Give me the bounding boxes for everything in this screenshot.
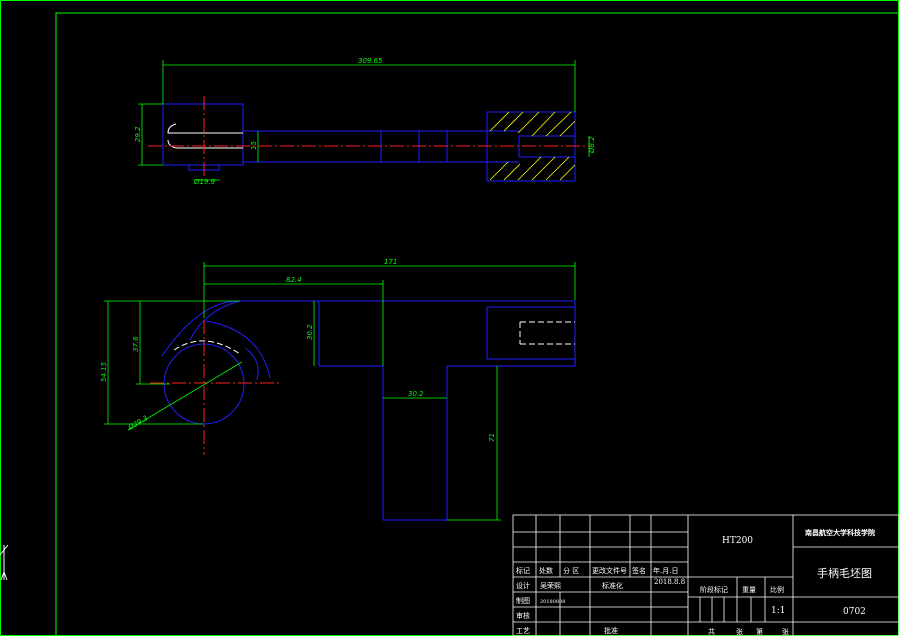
top-view-slot bbox=[167, 123, 243, 149]
cad-drawing-canvas: 309.65 29.2 15 Ø19.9 Ø8.2 171 82.4 54.15… bbox=[0, 0, 899, 636]
dim-circle-dia: Ø39.3 bbox=[126, 414, 149, 432]
inner-frame bbox=[55, 12, 899, 636]
dim-overall-length-top: 309.65 bbox=[358, 57, 383, 65]
dim-left-total-height: 54.15 bbox=[100, 361, 108, 382]
front-view-inner-lines bbox=[173, 321, 575, 355]
tb-header-count: 处数 bbox=[539, 566, 553, 575]
tb-designer-name: 吴荣熙 bbox=[540, 581, 561, 590]
tb-sheet-no: 第 bbox=[756, 627, 763, 636]
dim-left-inner-height: 37.6 bbox=[132, 336, 140, 352]
dim-mid-length-bottom: 82.4 bbox=[286, 276, 302, 284]
tb-header-change-doc: 更改文件号 bbox=[592, 566, 627, 575]
tb-stage-label: 阶段标记 bbox=[700, 585, 728, 594]
tb-weight-label: 重量 bbox=[742, 586, 756, 594]
tb-approve-label: 批准 bbox=[604, 626, 618, 635]
dim-bottom-dia-top: Ø19.9 bbox=[193, 178, 216, 186]
dim-shaft-dia-top: 15 bbox=[250, 141, 258, 150]
dim-overall-length-bottom: 171 bbox=[384, 258, 397, 266]
dim-stem-height: 71 bbox=[488, 433, 496, 442]
tb-sheet-unit-2: 张 bbox=[782, 627, 789, 636]
front-view bbox=[161, 300, 576, 521]
front-view-centerlines bbox=[150, 320, 280, 455]
tb-scale-value: 1:1 bbox=[771, 606, 785, 616]
tb-material-code: HT200 bbox=[722, 536, 753, 546]
tb-header-zone: 分 区 bbox=[563, 566, 579, 575]
tb-design-date: 2018.8.8 bbox=[654, 578, 685, 586]
tb-draw-label: 制图 bbox=[516, 596, 530, 605]
tb-drawing-number: 0702 bbox=[843, 607, 866, 617]
tb-header-signature: 签名 bbox=[632, 566, 646, 575]
tb-sheet-unit-1: 张 bbox=[736, 627, 743, 636]
dim-right-dia-top: Ø8.2 bbox=[588, 136, 596, 154]
tb-check-label: 审核 bbox=[516, 611, 530, 620]
dim-stem-width: 30.2 bbox=[408, 390, 424, 398]
top-view bbox=[162, 103, 576, 182]
tb-school-name: 南昌航空大学科技学院 bbox=[805, 528, 875, 537]
dim-arm-height: 30.2 bbox=[306, 324, 314, 340]
dim-left-height-top: 29.2 bbox=[134, 126, 142, 142]
tb-scale-label: 比例 bbox=[770, 585, 784, 594]
tb-design-label: 设计 bbox=[516, 581, 530, 590]
tb-header-date: 年.月.日 bbox=[653, 566, 678, 575]
tb-process-label: 工艺 bbox=[516, 627, 530, 635]
outer-frame bbox=[0, 0, 899, 636]
tb-standardization-label: 标准化 bbox=[602, 581, 623, 590]
tb-sheet-total: 共 bbox=[708, 627, 715, 636]
tb-drawing-title: 手柄毛坯图 bbox=[817, 566, 872, 580]
tb-header-mark: 标记 bbox=[516, 566, 530, 575]
ucs-icon bbox=[0, 544, 9, 581]
tb-draw-id: 20180808 bbox=[540, 599, 565, 605]
top-view-centerlines bbox=[148, 96, 590, 178]
